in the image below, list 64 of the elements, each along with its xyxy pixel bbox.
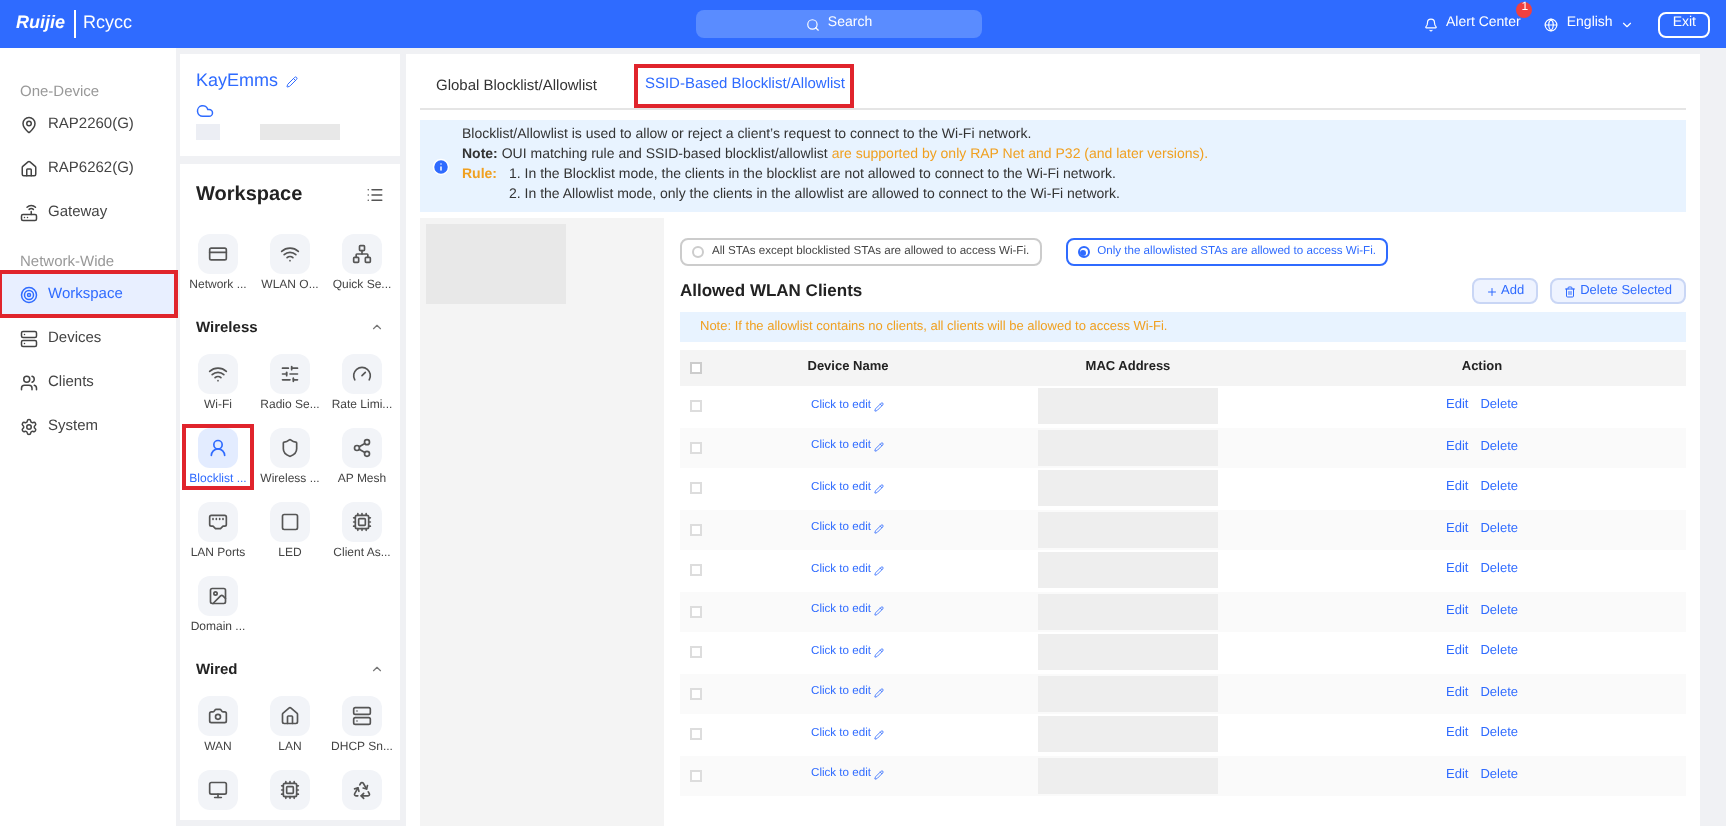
row-checkbox[interactable]	[690, 482, 702, 495]
edit-icon	[874, 442, 885, 453]
row-checkbox[interactable]	[690, 687, 702, 700]
chevron-down-icon	[1620, 17, 1635, 31]
globe-icon	[1544, 17, 1559, 31]
tile-icon	[208, 243, 228, 263]
tile-icon	[208, 363, 228, 384]
panel-title: Workspace	[196, 181, 303, 209]
row-checkbox[interactable]	[690, 605, 702, 618]
tile-icon	[352, 243, 372, 263]
header-checkbox[interactable]	[690, 362, 702, 374]
nav-icon	[20, 115, 38, 133]
edit-icon	[874, 401, 885, 412]
edit-icon	[874, 688, 885, 699]
tile-icon	[280, 243, 300, 263]
nav-icon	[20, 417, 38, 435]
info-icon	[432, 157, 450, 175]
tile-icon	[208, 437, 228, 458]
edit-icon[interactable]	[286, 75, 299, 88]
row-checkbox[interactable]	[690, 646, 702, 659]
tile-icon	[352, 363, 372, 384]
tile-icon	[280, 363, 300, 384]
logo: Ruijie	[16, 10, 66, 37]
tile-icon	[208, 585, 228, 606]
tile-icon	[352, 511, 372, 532]
row-checkbox[interactable]	[690, 400, 702, 413]
row-checkbox[interactable]	[690, 728, 702, 741]
nav-icon	[20, 203, 38, 221]
row-checkbox[interactable]	[690, 523, 702, 536]
edit-icon	[874, 524, 885, 535]
nav-icon	[20, 373, 38, 391]
tile-icon	[280, 706, 300, 726]
edit-icon	[874, 647, 885, 658]
row-checkbox[interactable]	[690, 769, 702, 782]
edit-icon	[874, 565, 885, 576]
search-icon	[805, 17, 820, 31]
plus-icon	[1485, 285, 1498, 297]
tile-icon	[352, 437, 372, 458]
edit-icon	[874, 483, 885, 494]
tile-icon	[208, 511, 228, 532]
edit-icon	[874, 770, 885, 781]
tile-icon	[280, 780, 300, 800]
edit-icon	[874, 729, 885, 740]
row-checkbox[interactable]	[690, 564, 702, 577]
brand-name: Rcycc	[73, 10, 133, 38]
nav-icon	[20, 329, 38, 347]
row-checkbox[interactable]	[690, 441, 702, 454]
tile-icon	[208, 780, 228, 800]
tile-icon	[280, 437, 300, 458]
nav-icon	[20, 285, 38, 303]
tile-icon	[280, 511, 300, 532]
list-icon[interactable]	[366, 185, 384, 203]
trash-icon	[1564, 285, 1577, 297]
edit-icon	[874, 606, 885, 617]
nav-icon	[20, 159, 38, 177]
list-title: Allowed WLAN Clients	[680, 278, 863, 304]
bell-icon	[1424, 17, 1438, 31]
tile-icon	[352, 706, 372, 726]
cloud-icon	[196, 101, 214, 119]
tile-icon	[208, 706, 228, 726]
chevron-up-icon	[370, 661, 384, 676]
network-name: KayEmms	[196, 68, 279, 94]
chevron-up-icon	[370, 319, 384, 334]
tile-icon	[352, 780, 372, 800]
